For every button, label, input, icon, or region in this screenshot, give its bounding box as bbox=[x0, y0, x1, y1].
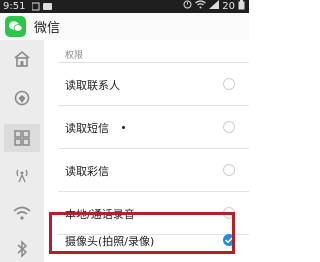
highlight-box bbox=[49, 212, 235, 254]
permission-row-mms[interactable]: 读取彩信 bbox=[58, 149, 249, 192]
radio-button[interactable] bbox=[223, 121, 235, 133]
radio-button[interactable] bbox=[223, 78, 235, 90]
status-bar: 9:51 20 bbox=[0, 0, 249, 13]
battery-icon bbox=[238, 0, 245, 14]
permission-row-sms[interactable]: 读取短信 bbox=[58, 106, 249, 149]
signal-icon bbox=[209, 0, 220, 13]
home-icon[interactable] bbox=[11, 48, 33, 70]
permission-label: 读取彩信 bbox=[65, 165, 109, 178]
location-icon[interactable] bbox=[11, 88, 33, 110]
app-title: 微信 bbox=[34, 21, 61, 36]
sidebar bbox=[0, 40, 44, 262]
notification-icon bbox=[31, 2, 54, 11]
broadcast-icon[interactable] bbox=[11, 164, 33, 186]
signal-text: 20 bbox=[222, 1, 235, 12]
bluetooth-icon[interactable] bbox=[11, 238, 33, 260]
wifi-icon bbox=[195, 0, 207, 13]
cursor-dot bbox=[122, 126, 125, 129]
permission-row-contacts[interactable]: 读取联系人 bbox=[58, 63, 249, 106]
wifi-icon[interactable] bbox=[11, 202, 33, 224]
wechat-icon bbox=[5, 16, 26, 37]
permission-label: 读取联系人 bbox=[65, 79, 120, 92]
alarm-icon bbox=[183, 0, 192, 13]
permission-label: 读取短信 bbox=[65, 122, 109, 135]
radio-button[interactable] bbox=[223, 164, 235, 176]
apps-grid-icon[interactable] bbox=[4, 124, 40, 152]
section-title: 权限 bbox=[65, 51, 84, 61]
status-time: 9:51 bbox=[3, 1, 26, 12]
title-bar: 微信 bbox=[0, 13, 249, 40]
